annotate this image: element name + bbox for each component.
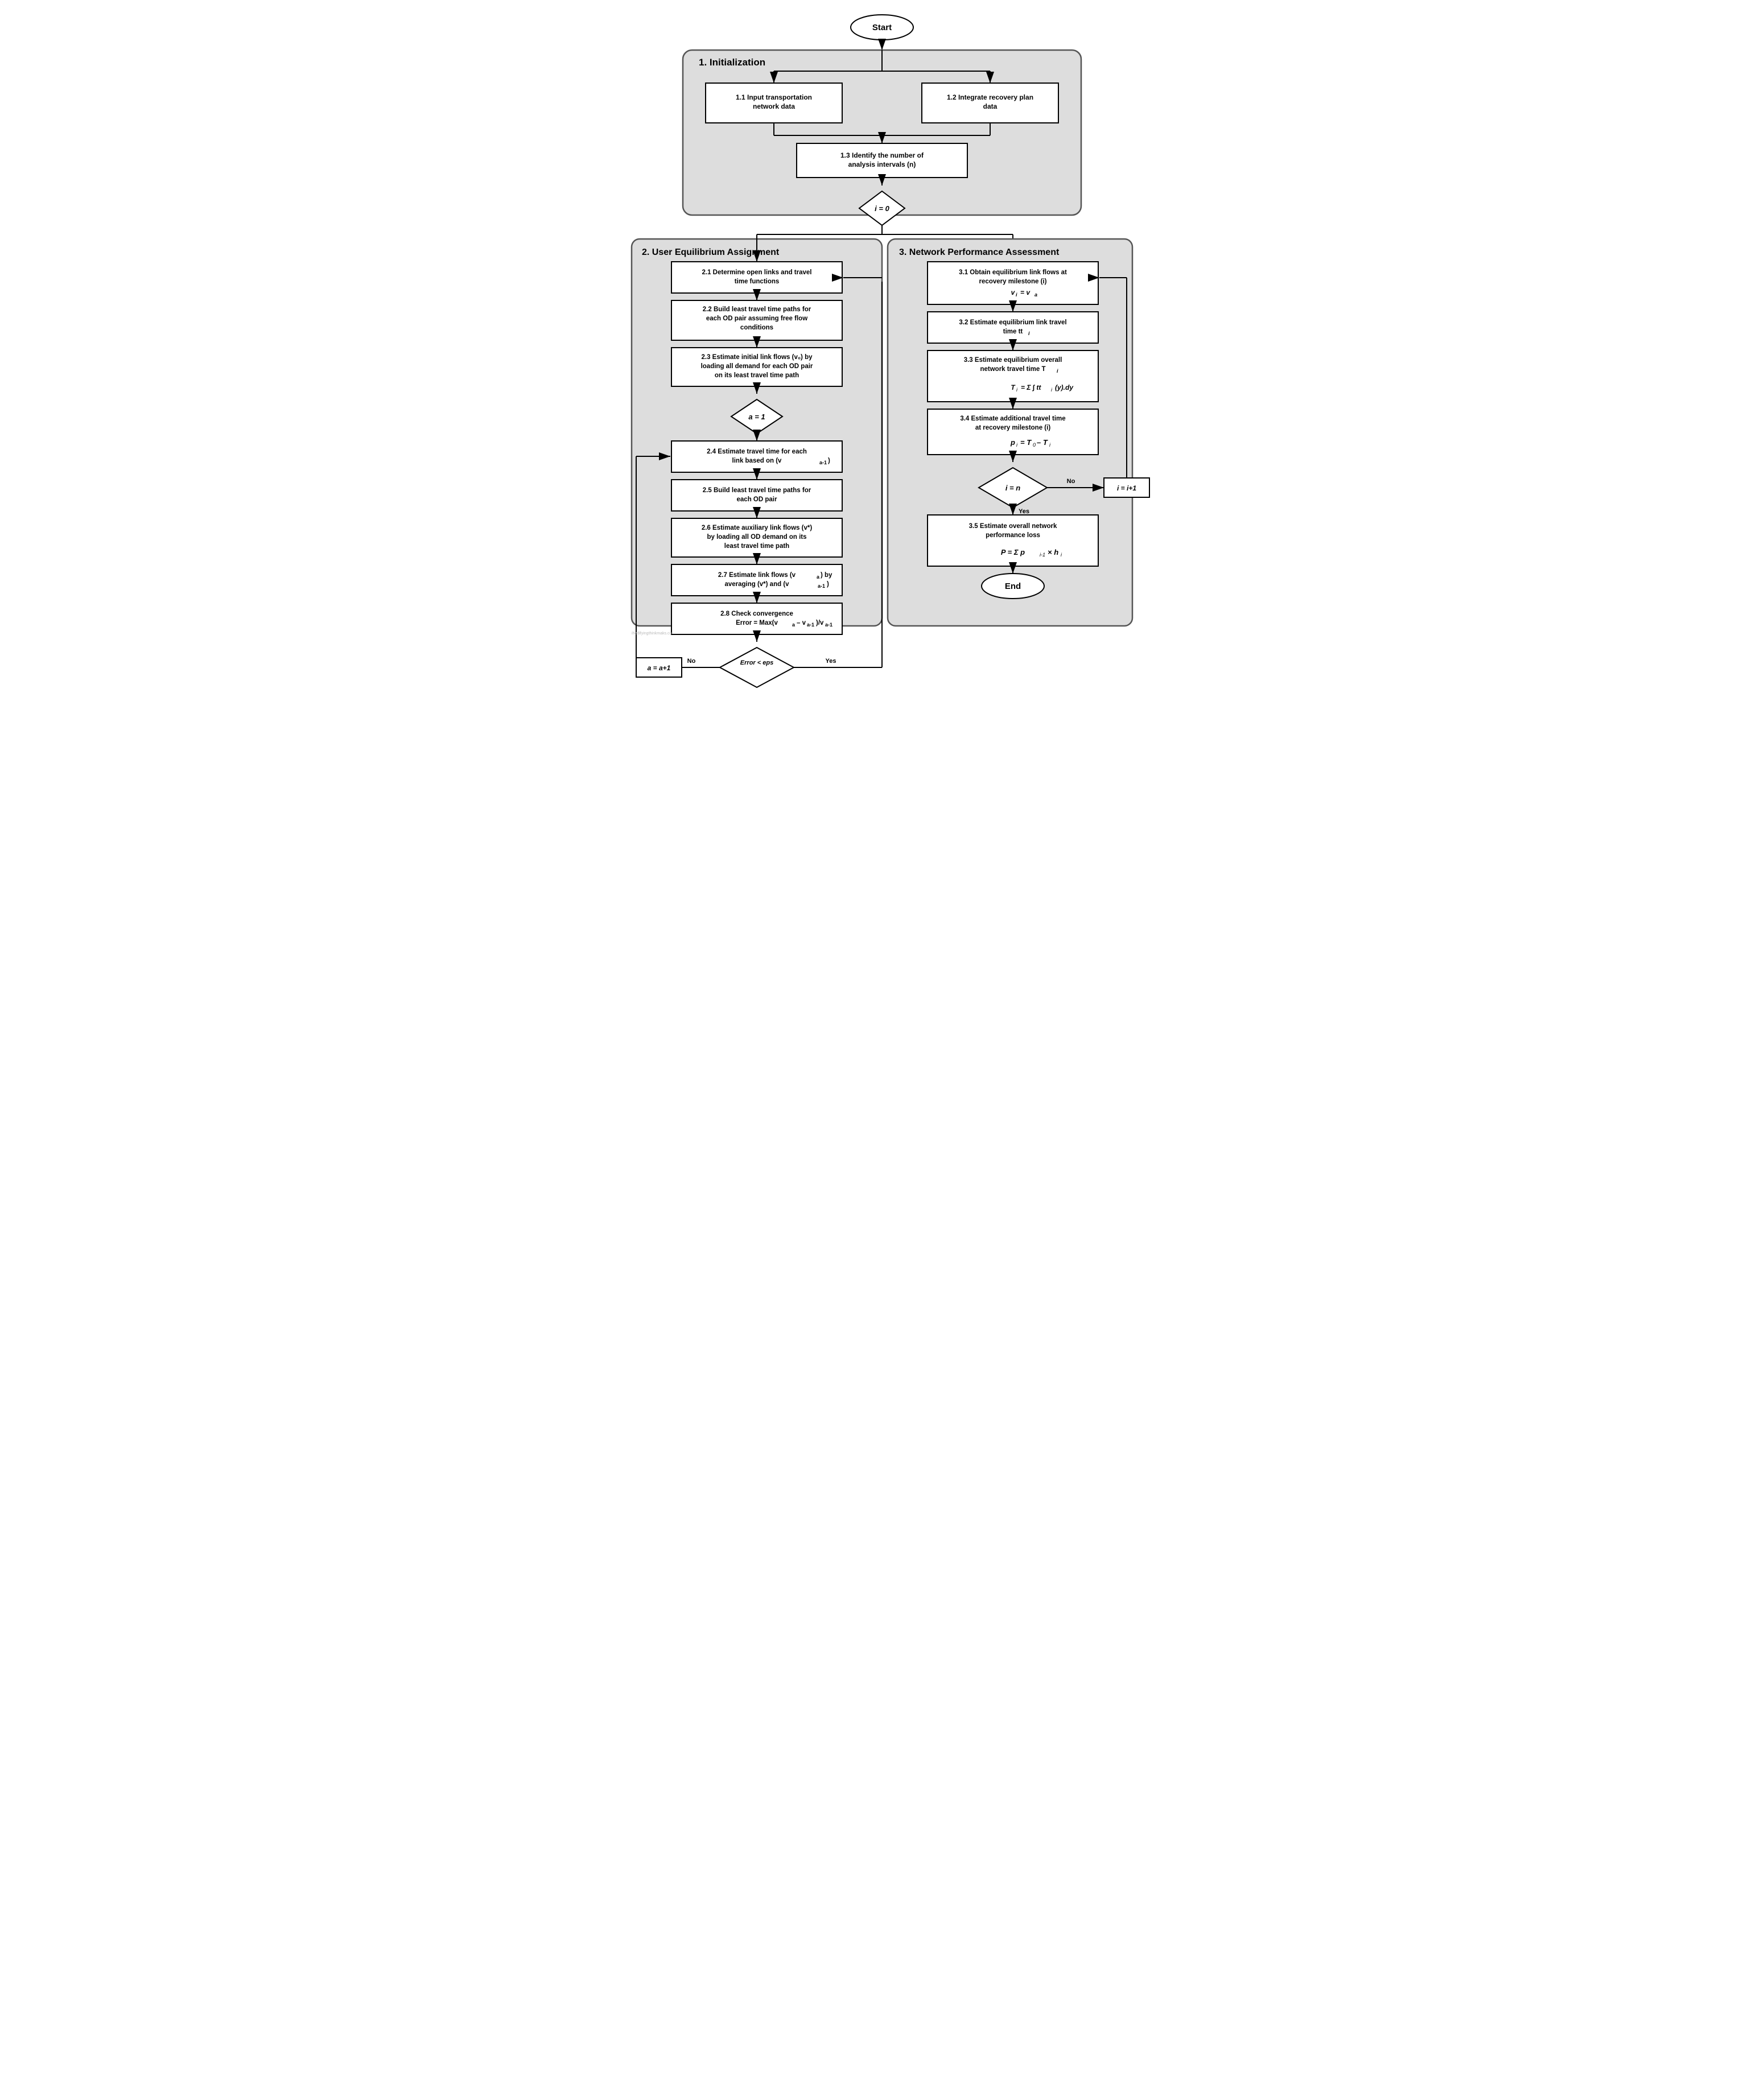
box-2-4-subscript: a-1 — [819, 460, 827, 465]
box-2-7 — [671, 564, 842, 596]
box-3-3-text-1: 3.3 Estimate equilibrium overall — [964, 357, 1062, 364]
box-1-1-text-1: 1.1 Input transportation — [736, 93, 812, 101]
box-3-5-formula: P = Σ p — [1001, 548, 1025, 556]
box-2-7-text-1: 2.7 Estimate link flows (v — [718, 572, 796, 579]
diamond-eps-label-1: Error < eps — [740, 659, 773, 666]
box-2-5-text-2: each OD pair — [737, 496, 777, 503]
box-2-8-sub-a2: a-1 — [807, 622, 814, 628]
no-label-in: No — [1067, 478, 1075, 485]
ue-title: 2. User Equilibrium Assignment — [642, 248, 780, 257]
box-2-4-text-2: link based on (v — [732, 457, 782, 464]
box-i-incr-label: i = i+1 — [1117, 484, 1136, 492]
box-2-5-text-1: 2.5 Build least travel time paths for — [703, 487, 811, 494]
diamond-in-label: i = n — [1005, 484, 1020, 492]
init-section-box — [683, 50, 1081, 215]
box-2-1-text-1: 2.1 Determine open links and travel — [702, 269, 811, 276]
box-3-2-text-2: time tt — [1003, 328, 1023, 335]
box-2-6-text-3: least travel time path — [724, 543, 789, 550]
box-3-4-sub-0: 0 — [1033, 442, 1036, 448]
box-2-7-text-2: ) by — [821, 572, 832, 579]
no-label-eps: No — [687, 658, 696, 665]
box-3-5-sub: i-1 — [1040, 552, 1045, 558]
init-title: 1. Initialization — [699, 57, 765, 68]
box-3-1-text-2: recovery milestone (i) — [979, 278, 1047, 285]
box-3-3-formula2: = Σ ∫ tt — [1021, 383, 1041, 391]
box-2-8-text-4: )/v — [816, 620, 824, 626]
yes-label-in: Yes — [1019, 508, 1029, 515]
box-3-4-text-1: 3.4 Estimate additional travel time — [960, 415, 1065, 422]
box-2-2-text-3: conditions — [740, 324, 773, 331]
box-2-6-text-1: 2.6 Estimate auxiliary link flows (v*) — [702, 525, 812, 531]
box-2-8-text-2: Error = Max(v — [736, 620, 778, 626]
box-3-1-text-1: 3.1 Obtain equilibrium link flows at — [959, 269, 1067, 276]
box-2-6-text-2: by loading all OD demand on its — [707, 534, 806, 541]
box-2-3-text-2: loading all demand for each OD pair — [701, 363, 813, 370]
diamond-eps — [720, 648, 794, 687]
box-3-2 — [928, 312, 1098, 343]
box-2-1 — [671, 262, 842, 293]
box-2-8-sub-a3: a-1 — [825, 622, 832, 628]
box-1-1-text-2: network data — [753, 102, 795, 110]
box-1-2-text-2: data — [983, 102, 998, 110]
box-3-5-formula2: × h — [1048, 548, 1058, 556]
box-2-3-text-1: 2.3 Estimate initial link flows (v₀) by — [702, 354, 813, 361]
start-label: Start — [872, 23, 892, 32]
box-3-4-formula: p — [1010, 438, 1015, 447]
box-3-4-formula2: = T — [1020, 438, 1032, 447]
box-2-7-sub-a2: a-1 — [818, 583, 825, 589]
watermark: ihedifyingthinkmaks.co — [632, 632, 672, 636]
box-3-1-sub-a: a — [1035, 292, 1037, 298]
box-2-2-text-2: each OD pair assuming free flow — [706, 315, 807, 322]
box-1-3-text-2: analysis intervals (n) — [848, 160, 916, 168]
box-2-8 — [671, 603, 842, 634]
flowchart: Start 1. Initialization 1.1 Input transp… — [626, 11, 1138, 637]
npa-title: 3. Network Performance Assessment — [899, 248, 1060, 257]
box-1-2-text-1: 1.2 Integrate recovery plan — [947, 93, 1033, 101]
box-2-7-text-4: ) — [827, 581, 829, 588]
diamond-i0-label: i = 0 — [875, 204, 889, 213]
yes-label-eps: Yes — [826, 658, 836, 665]
box-2-3-text-3: on its least travel time path — [715, 372, 799, 379]
box-3-3-formula3: (y).dy — [1055, 383, 1074, 391]
diamond-a1-label: a = 1 — [748, 413, 765, 421]
end-label: End — [1005, 582, 1021, 591]
box-a-incr-label: a = a+1 — [648, 664, 671, 672]
box-3-5-text-2: performance loss — [986, 532, 1040, 539]
box-3-3-text-2: network travel time T — [980, 366, 1045, 373]
box-3-2-text-1: 3.2 Estimate equilibrium link travel — [959, 319, 1066, 326]
box-2-1-text-2: time functions — [735, 278, 780, 285]
box-3-4-formula3: – T — [1037, 438, 1048, 447]
box-2-8-text-3: – v — [797, 620, 806, 626]
box-2-7-text-3: averaging (v*) and (v — [724, 581, 789, 588]
box-3-4-text-2: at recovery milestone (i) — [975, 424, 1050, 431]
box-2-5 — [671, 480, 842, 511]
box-2-4 — [671, 441, 842, 472]
box-3-1-eq: = v — [1020, 288, 1031, 296]
box-2-8-text-1: 2.8 Check convergence — [720, 611, 793, 617]
box-1-3-text-1: 1.3 Identify the number of — [840, 151, 924, 159]
box-3-5-text-1: 3.5 Estimate overall network — [969, 523, 1057, 530]
box-2-2-text-1: 2.2 Build least travel time paths for — [703, 306, 811, 313]
box-2-4-text-1: 2.4 Estimate travel time for each — [707, 448, 807, 455]
box-2-4-paren: ) — [828, 457, 830, 464]
